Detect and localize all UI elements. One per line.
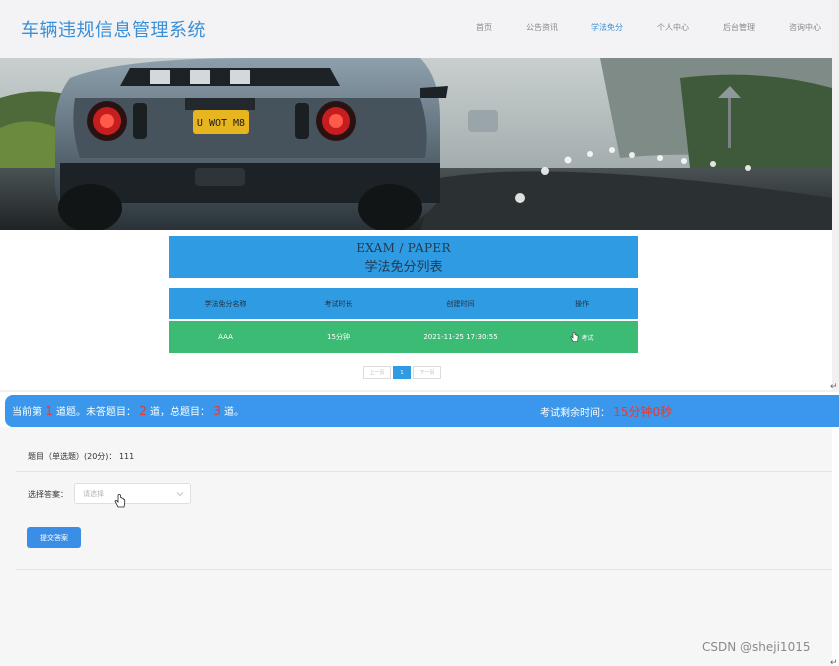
site-header: 车辆违规信息管理系统 首页 公告资讯 学法免分 个人中心 后台管理 咨询中心 [0,0,832,58]
current-page-button[interactable]: 1 [393,366,411,379]
answer-select-placeholder: 请选择 [83,489,104,498]
exam-timer: 考试剩余时间： 15分钟0秒 [540,403,672,420]
row-exam-created: 2021-11-25 17:30:55 [423,333,498,341]
timer-value: 15分钟0秒 [613,405,673,419]
question-text: 题目（单选题）(20分)： 111 [28,452,135,461]
column-header-created: 创建时间 [446,299,475,308]
submit-answer-button[interactable]: 提交答案 [27,527,81,548]
exam-table: 学法免分名称 考试时长 创建时间 操作 AAA 15分钟 2021-11-25 … [169,288,638,353]
progress-mid-2: 道，总题目： [150,407,211,418]
answer-label: 选择答案： [28,490,68,499]
unanswered-count: 2 [139,404,147,418]
hand-pointer-icon [570,331,579,342]
exam-list-title-en: EXAM / PAPER [356,241,451,255]
column-header-name: 学法免分名称 [204,299,247,308]
column-header-action: 操作 [575,299,589,308]
table-row: AAA 15分钟 2021-11-25 17:30:55 考试 [169,321,638,353]
main-nav: 首页 公告资讯 学法免分 个人中心 后台管理 咨询中心 [0,22,832,36]
exam-status-bar: 当前第 1 道题。未答题目： 2 道，总题目： 3 道。 考试剩余时间： 15分… [5,395,839,427]
next-page-button[interactable]: 下一页 [413,366,441,379]
total-question-count: 3 [213,404,221,418]
start-exam-label: 考试 [581,334,594,342]
prev-page-button[interactable]: 上一页 [363,366,391,379]
exam-table-header: 学法免分名称 考试时长 创建时间 操作 [169,288,638,321]
row-exam-name: AAA [218,333,233,341]
progress-suffix: 道。 [224,407,245,418]
chevron-down-icon [176,492,184,497]
current-question-number: 1 [45,404,53,418]
nav-item-admin[interactable]: 后台管理 [723,22,755,33]
timer-label: 考试剩余时间： [540,408,610,419]
question-progress: 当前第 1 道题。未答题目： 2 道，总题目： 3 道。 [12,403,244,418]
answer-select[interactable]: 请选择 [74,483,191,504]
pagination: 上一页 1 下一页 [363,366,441,379]
question-panel [0,427,832,666]
hand-cursor-icon [114,494,126,508]
row-exam-duration: 15分钟 [327,333,350,341]
divider [16,471,832,472]
nav-item-home[interactable]: 首页 [476,22,492,33]
return-mark-icon: ↵ [830,658,838,666]
nav-item-news[interactable]: 公告资讯 [526,22,558,33]
start-exam-button[interactable]: 考试 [570,331,594,343]
divider [16,569,832,570]
nav-item-consult[interactable]: 咨询中心 [789,22,821,33]
nav-item-profile[interactable]: 个人中心 [657,22,689,33]
exam-list-title-box: EXAM / PAPER 学法免分列表 [169,236,638,278]
progress-prefix: 当前第 [12,407,42,418]
progress-mid-1: 道题。未答题目： [56,407,137,418]
exam-list-title-cn: 学法免分列表 [364,260,443,275]
column-header-duration: 考试时长 [324,299,353,308]
svg-text:U WOT M8: U WOT M8 [197,118,245,129]
nav-item-study-exam[interactable]: 学法免分 [591,22,623,33]
csdn-watermark: CSDN @sheji1015 [702,640,811,654]
hero-banner-car-image: U WOT M8 [0,58,832,230]
row-action-cell: 考试 [526,321,638,353]
return-mark-icon: ↵ [830,382,838,392]
